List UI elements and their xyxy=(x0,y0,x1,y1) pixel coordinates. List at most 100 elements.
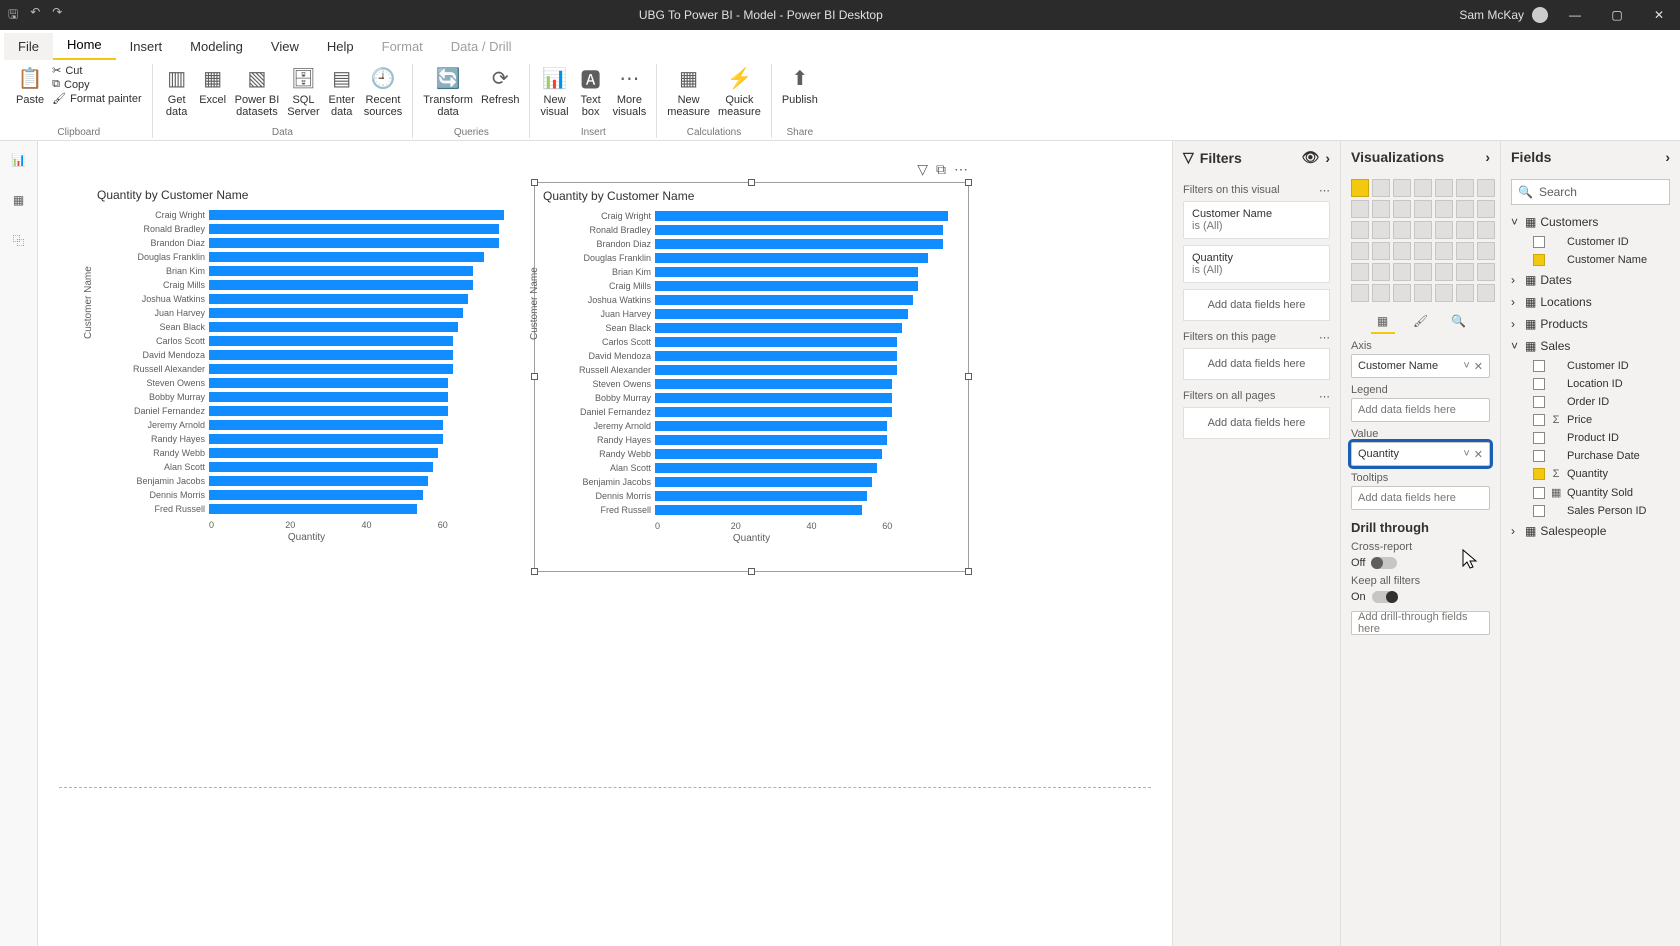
field-node[interactable]: ΣPrice xyxy=(1511,411,1670,429)
bar[interactable] xyxy=(209,210,504,220)
table-node[interactable]: ›▦Locations xyxy=(1511,291,1670,313)
transform-data-button[interactable]: 🔄Transform data xyxy=(423,64,473,118)
bar[interactable] xyxy=(655,281,918,291)
viz-type-icon[interactable] xyxy=(1414,200,1432,218)
bar[interactable] xyxy=(655,491,867,501)
viz-type-icon[interactable] xyxy=(1435,242,1453,260)
maximize-button[interactable]: ▢ xyxy=(1596,0,1638,30)
bar[interactable] xyxy=(655,351,897,361)
viz-type-icon[interactable] xyxy=(1456,242,1474,260)
new-measure-button[interactable]: ▦New measure xyxy=(667,64,710,118)
bar[interactable] xyxy=(655,379,892,389)
tab-file[interactable]: File xyxy=(4,33,53,60)
bar[interactable] xyxy=(209,462,433,472)
viz-type-icon[interactable] xyxy=(1351,200,1369,218)
paste-button[interactable]: 📋Paste xyxy=(16,64,44,106)
bar[interactable] xyxy=(209,252,484,262)
viz-type-icon[interactable] xyxy=(1456,284,1474,302)
viz-type-icon[interactable] xyxy=(1372,263,1390,281)
text-box-button[interactable]: 🅰Text box xyxy=(577,64,605,118)
bar[interactable] xyxy=(655,365,897,375)
filter-drop-page[interactable]: Add data fields here xyxy=(1183,348,1330,380)
bar[interactable] xyxy=(655,477,872,487)
sql-server-button[interactable]: 🗄SQL Server xyxy=(287,64,319,118)
tab-insert[interactable]: Insert xyxy=(116,33,177,60)
viz-type-icon[interactable] xyxy=(1393,263,1411,281)
report-canvas[interactable]: Quantity by Customer Name Customer Name … xyxy=(38,141,1172,946)
field-node[interactable]: Sales Person ID xyxy=(1511,502,1670,520)
bar[interactable] xyxy=(209,448,438,458)
cross-report-toggle[interactable] xyxy=(1371,557,1397,569)
bar[interactable] xyxy=(209,266,473,276)
field-node[interactable]: Order ID xyxy=(1511,393,1670,411)
bar[interactable] xyxy=(655,463,877,473)
more-visuals-button[interactable]: ⋯More visuals xyxy=(613,64,647,118)
eye-icon[interactable]: 👁 xyxy=(1302,149,1320,166)
bar[interactable] xyxy=(209,350,453,360)
tooltips-well[interactable]: Add data fields here xyxy=(1351,486,1490,510)
bar[interactable] xyxy=(655,309,908,319)
excel-button[interactable]: ▦Excel xyxy=(199,64,227,106)
checkbox[interactable] xyxy=(1533,360,1545,372)
filter-drop-all[interactable]: Add data fields here xyxy=(1183,407,1330,439)
tab-view[interactable]: View xyxy=(257,33,313,60)
value-well[interactable]: Quantity˅✕ xyxy=(1351,442,1490,466)
more-icon[interactable]: ⋯ xyxy=(1319,331,1330,344)
recent-sources-button[interactable]: 🕘Recent sources xyxy=(364,64,403,118)
viz-type-icon[interactable] xyxy=(1435,263,1453,281)
legend-well[interactable]: Add data fields here xyxy=(1351,398,1490,422)
checkbox[interactable] xyxy=(1533,396,1545,408)
bar[interactable] xyxy=(209,280,473,290)
viz-type-icon[interactable] xyxy=(1477,200,1495,218)
viz-type-icon[interactable] xyxy=(1456,263,1474,281)
close-button[interactable]: ✕ xyxy=(1638,0,1680,30)
viz-type-icon[interactable] xyxy=(1372,242,1390,260)
viz-type-icon[interactable] xyxy=(1456,221,1474,239)
field-node[interactable]: Location ID xyxy=(1511,375,1670,393)
viz-type-icon[interactable] xyxy=(1435,284,1453,302)
redo-icon[interactable]: ↷ xyxy=(52,5,62,26)
tab-data-drill[interactable]: Data / Drill xyxy=(437,33,526,60)
data-view-icon[interactable]: ▦ xyxy=(8,189,30,211)
pbi-datasets-button[interactable]: ▧Power BI datasets xyxy=(235,64,280,118)
format-mode-icon[interactable]: 🖌 xyxy=(1409,310,1433,334)
save-icon[interactable]: 🖫 xyxy=(8,5,18,26)
viz-type-icon[interactable] xyxy=(1393,242,1411,260)
bar[interactable] xyxy=(655,337,897,347)
field-node[interactable]: Product ID xyxy=(1511,429,1670,447)
more-icon[interactable]: ⋯ xyxy=(1319,390,1330,403)
bar[interactable] xyxy=(655,295,913,305)
get-data-button[interactable]: ▥Get data xyxy=(163,64,191,118)
publish-button[interactable]: ⬆Publish xyxy=(782,64,818,106)
bar[interactable] xyxy=(209,406,448,416)
checkbox[interactable] xyxy=(1533,505,1545,517)
field-node[interactable]: Customer Name xyxy=(1511,251,1670,269)
tab-modeling[interactable]: Modeling xyxy=(176,33,257,60)
bar[interactable] xyxy=(655,253,928,263)
bar[interactable] xyxy=(655,407,892,417)
fields-mode-icon[interactable]: ▦ xyxy=(1371,310,1395,334)
report-view-icon[interactable]: 📊 xyxy=(8,149,30,171)
viz-type-icon[interactable] xyxy=(1414,242,1432,260)
enter-data-button[interactable]: ▤Enter data xyxy=(328,64,356,118)
bar[interactable] xyxy=(209,336,453,346)
viz-type-icon[interactable] xyxy=(1414,179,1432,197)
bar[interactable] xyxy=(209,308,463,318)
keep-filters-toggle[interactable] xyxy=(1372,591,1398,603)
undo-icon[interactable]: ↶ xyxy=(30,5,40,26)
focus-icon[interactable]: ⧉ xyxy=(936,161,946,178)
bar[interactable] xyxy=(655,211,948,221)
checkbox[interactable] xyxy=(1533,254,1545,266)
field-node[interactable]: ▦Quantity Sold xyxy=(1511,483,1670,502)
viz-type-icon[interactable] xyxy=(1393,200,1411,218)
bar-chart-visual-1[interactable]: Quantity by Customer Name Customer Name … xyxy=(89,182,524,572)
bar[interactable] xyxy=(655,239,943,249)
bar[interactable] xyxy=(209,420,443,430)
viz-type-icon[interactable] xyxy=(1351,263,1369,281)
bar[interactable] xyxy=(209,434,443,444)
bar[interactable] xyxy=(209,490,423,500)
collapse-icon[interactable]: › xyxy=(1485,149,1490,165)
filter-icon[interactable]: ▽ xyxy=(917,161,928,178)
bar[interactable] xyxy=(209,238,499,248)
refresh-button[interactable]: ⟳Refresh xyxy=(481,64,520,106)
